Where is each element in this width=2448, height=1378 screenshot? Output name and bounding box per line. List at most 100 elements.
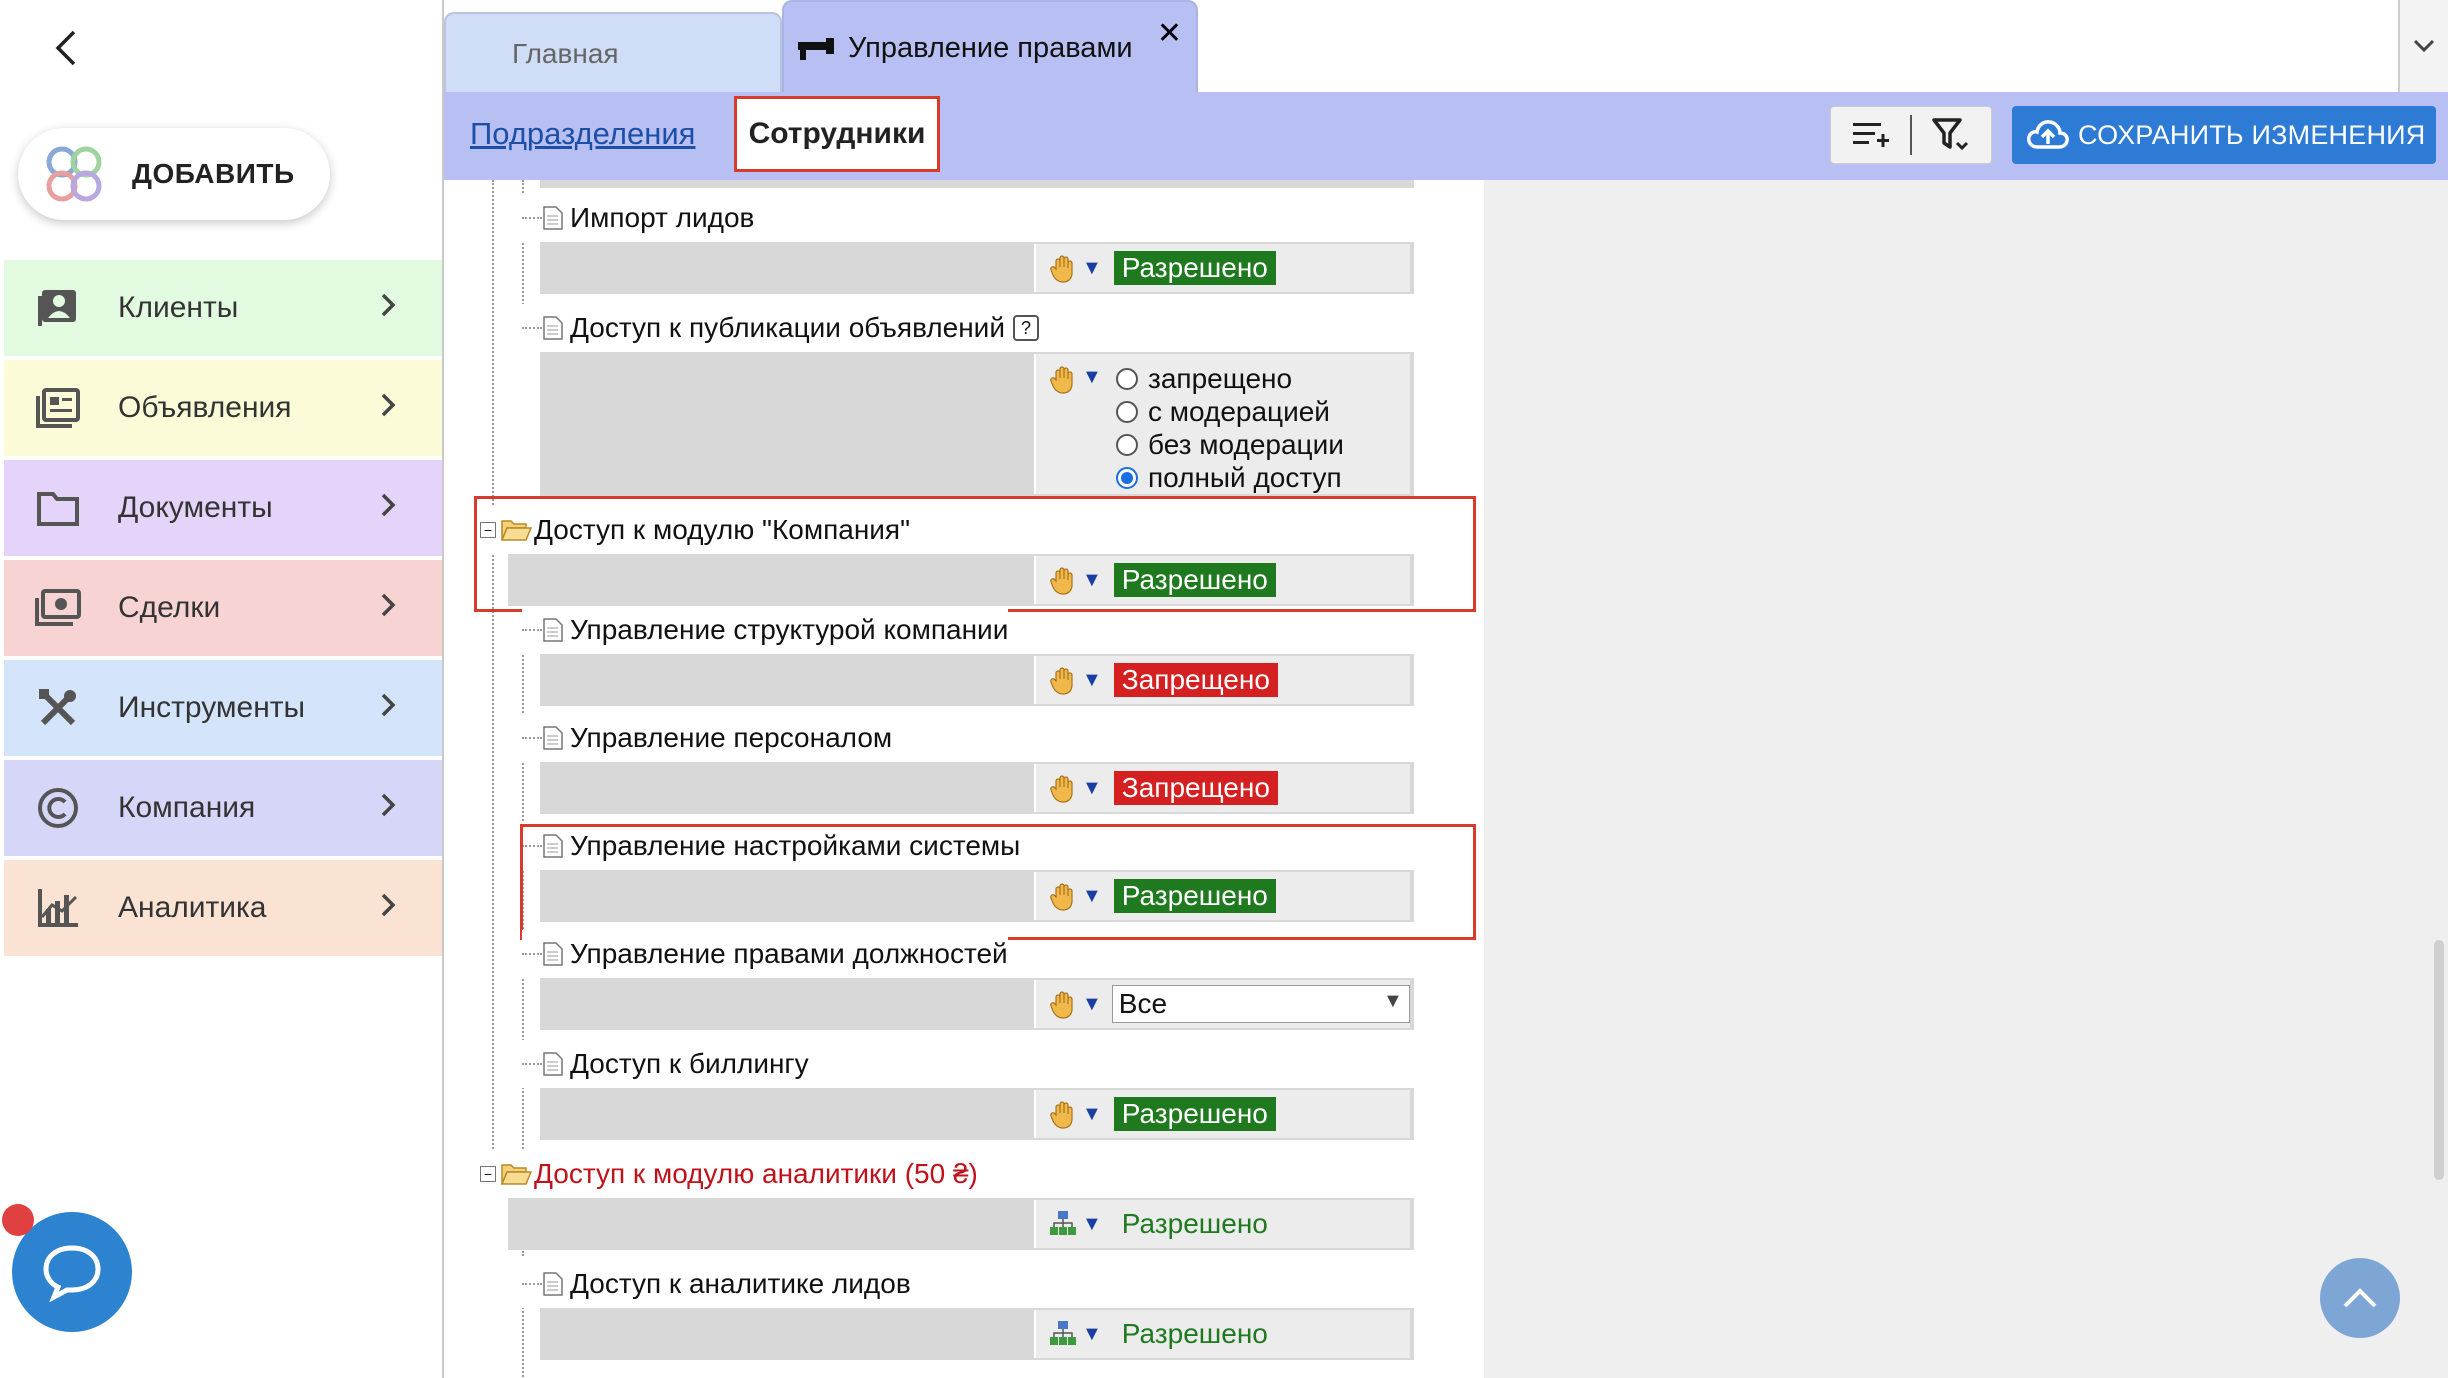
radio-button[interactable] bbox=[1116, 367, 1138, 390]
sidebar-item-label: Сделки bbox=[118, 591, 221, 624]
hierarchy-icon[interactable] bbox=[1048, 1209, 1078, 1239]
chevron-right-icon bbox=[381, 693, 396, 717]
tree-connector bbox=[522, 1283, 542, 1285]
tree-node-structure[interactable]: Управление структурой компании bbox=[522, 606, 1009, 654]
collapse-icon[interactable]: − bbox=[480, 1166, 496, 1182]
tree-node-import-leads[interactable]: Импорт лидов bbox=[522, 194, 755, 242]
hand-icon[interactable] bbox=[1048, 773, 1078, 803]
permission-bar: ▼ Запрещено bbox=[540, 654, 1414, 706]
tree-node-system-settings[interactable]: Управление настройками системы bbox=[522, 822, 1021, 870]
tree-node-position-rights[interactable]: Управление правами должностей bbox=[522, 930, 1008, 978]
chat-icon bbox=[43, 1245, 101, 1302]
hand-icon[interactable] bbox=[1048, 253, 1078, 283]
hierarchy-icon[interactable] bbox=[1048, 1319, 1078, 1349]
position-rights-select[interactable]: Все ▼ bbox=[1111, 985, 1410, 1023]
tools-icon bbox=[34, 684, 82, 732]
close-icon[interactable]: ✕ bbox=[1157, 16, 1182, 51]
sidebar-item-analytics[interactable]: Аналитика bbox=[4, 860, 442, 960]
sidebar-item-label: Инструменты bbox=[118, 691, 306, 724]
node-label: Импорт лидов bbox=[570, 202, 755, 233]
permission-control: ▼ запрещено с модерацией без модерации п… bbox=[1034, 354, 1410, 494]
scrollbar[interactable] bbox=[2434, 940, 2444, 1180]
node-label: Доступ к модулю аналитики (50 ₴) bbox=[534, 1158, 978, 1189]
tree-connector bbox=[522, 1063, 542, 1065]
back-button[interactable] bbox=[44, 22, 88, 74]
save-changes-button[interactable]: СОХРАНИТЬ ИЗМЕНЕНИЯ bbox=[2012, 106, 2436, 164]
sidebar-item-documents[interactable]: Документы bbox=[4, 460, 442, 560]
sidebar: ДОБАВИТЬ Клиенты Объявления Документы Сд… bbox=[0, 0, 444, 1378]
tree-node-analytics-module[interactable]: − Доступ к модулю аналитики (50 ₴) bbox=[480, 1150, 978, 1198]
node-label: Управление персоналом bbox=[570, 722, 893, 753]
sidebar-item-tools[interactable]: Инструменты bbox=[4, 660, 442, 760]
dropdown-arrow-icon[interactable]: ▼ bbox=[1082, 257, 1102, 280]
hand-icon[interactable] bbox=[1048, 1099, 1078, 1129]
select-arrow-icon: ▼ bbox=[1383, 990, 1403, 1012]
radio-button-selected[interactable] bbox=[1116, 466, 1138, 489]
node-label: Управление структурой компании bbox=[570, 614, 1009, 645]
help-icon[interactable]: ? bbox=[1012, 315, 1039, 341]
sidebar-item-clients[interactable]: Клиенты bbox=[4, 260, 442, 360]
dropdown-arrow-icon[interactable]: ▼ bbox=[1082, 1323, 1102, 1346]
radio-option[interactable]: без модерации bbox=[1116, 428, 1344, 461]
dropdown-arrow-icon[interactable]: ▼ bbox=[1082, 366, 1102, 389]
tree-node-leads-analytics[interactable]: Доступ к аналитике лидов bbox=[522, 1260, 911, 1308]
tab-label: Управление правами bbox=[848, 31, 1133, 64]
publish-radio-group: запрещено с модерацией без модерации пол… bbox=[1116, 362, 1344, 494]
node-label: Управление настройками системы bbox=[570, 830, 1021, 861]
dropdown-arrow-icon[interactable]: ▼ bbox=[1082, 669, 1102, 692]
radio-option[interactable]: полный доступ bbox=[1116, 461, 1344, 494]
document-icon bbox=[543, 834, 563, 858]
hand-icon[interactable] bbox=[1048, 989, 1078, 1019]
dropdown-arrow-icon[interactable]: ▼ bbox=[1082, 993, 1102, 1016]
add-filter-button[interactable] bbox=[1831, 107, 1910, 163]
tree-node-publish-access[interactable]: Доступ к публикации объявлений ? bbox=[522, 304, 1039, 352]
radio-button[interactable] bbox=[1116, 400, 1138, 423]
divisions-link[interactable]: Подразделения bbox=[470, 116, 695, 152]
tree-connector bbox=[522, 217, 542, 219]
permission-control: ▼ Разрешено bbox=[1034, 1310, 1410, 1358]
radio-label: без модерации bbox=[1148, 428, 1344, 460]
status-text: Разрешено bbox=[1121, 1208, 1268, 1239]
scroll-to-top-button[interactable] bbox=[2320, 1258, 2400, 1338]
hand-icon[interactable] bbox=[1048, 565, 1078, 595]
tab-rights-management[interactable]: Управление правами ✕ bbox=[782, 0, 1198, 94]
dropdown-arrow-icon[interactable]: ▼ bbox=[1082, 1213, 1102, 1236]
dropdown-arrow-icon[interactable]: ▼ bbox=[1082, 777, 1102, 800]
tree-node-company-module[interactable]: − Доступ к модулю "Компания" bbox=[480, 506, 911, 554]
permission-bar: ▼ Разрешено bbox=[508, 1198, 1414, 1250]
sidebar-item-label: Клиенты bbox=[118, 291, 239, 324]
document-icon bbox=[543, 316, 563, 340]
tab-home[interactable]: Главная bbox=[444, 12, 782, 94]
dropdown-arrow-icon[interactable]: ▼ bbox=[1082, 1103, 1102, 1126]
sidebar-item-label: Документы bbox=[118, 491, 273, 524]
add-icon bbox=[46, 146, 102, 202]
node-label: Доступ к аналитике лидов bbox=[570, 1268, 911, 1299]
tree-node-billing[interactable]: Доступ к биллингу bbox=[522, 1040, 809, 1088]
collapse-icon[interactable]: − bbox=[480, 522, 496, 538]
status-badge: Запрещено bbox=[1113, 663, 1278, 697]
sidebar-item-deals[interactable]: Сделки bbox=[4, 560, 442, 660]
dropdown-arrow-icon[interactable]: ▼ bbox=[1082, 569, 1102, 592]
sub-toolbar: Подразделения Сотрудники СОХРАНИТЬ ИЗМЕН… bbox=[444, 92, 2448, 180]
radio-option[interactable]: с модерацией bbox=[1116, 395, 1344, 428]
dropdown-arrow-icon[interactable]: ▼ bbox=[1082, 885, 1102, 908]
folder-icon bbox=[34, 484, 82, 532]
filter-button[interactable] bbox=[1912, 107, 1991, 163]
sidebar-item-listings[interactable]: Объявления bbox=[4, 360, 442, 460]
radio-button[interactable] bbox=[1116, 433, 1138, 456]
radio-option[interactable]: запрещено bbox=[1116, 362, 1344, 395]
filter-icon bbox=[1932, 118, 1969, 151]
hand-icon[interactable] bbox=[1048, 881, 1078, 911]
cloud-upload-icon bbox=[2027, 120, 2069, 149]
main-content: Главная Управление правами ✕ Подразделен… bbox=[444, 0, 2448, 1378]
sidebar-item-company[interactable]: Компания bbox=[4, 760, 442, 860]
permission-bar: ▼ Разрешено bbox=[540, 1308, 1414, 1360]
employees-tab[interactable]: Сотрудники bbox=[734, 96, 940, 172]
hand-icon[interactable] bbox=[1048, 665, 1078, 695]
add-button[interactable]: ДОБАВИТЬ bbox=[18, 128, 330, 220]
permission-control: ▼ Все ▼ bbox=[1034, 980, 1410, 1028]
chevron-right-icon bbox=[381, 493, 396, 517]
hand-icon[interactable] bbox=[1048, 364, 1078, 394]
tree-node-personnel[interactable]: Управление персоналом bbox=[522, 714, 893, 762]
tabs-dropdown-button[interactable] bbox=[2398, 0, 2448, 92]
